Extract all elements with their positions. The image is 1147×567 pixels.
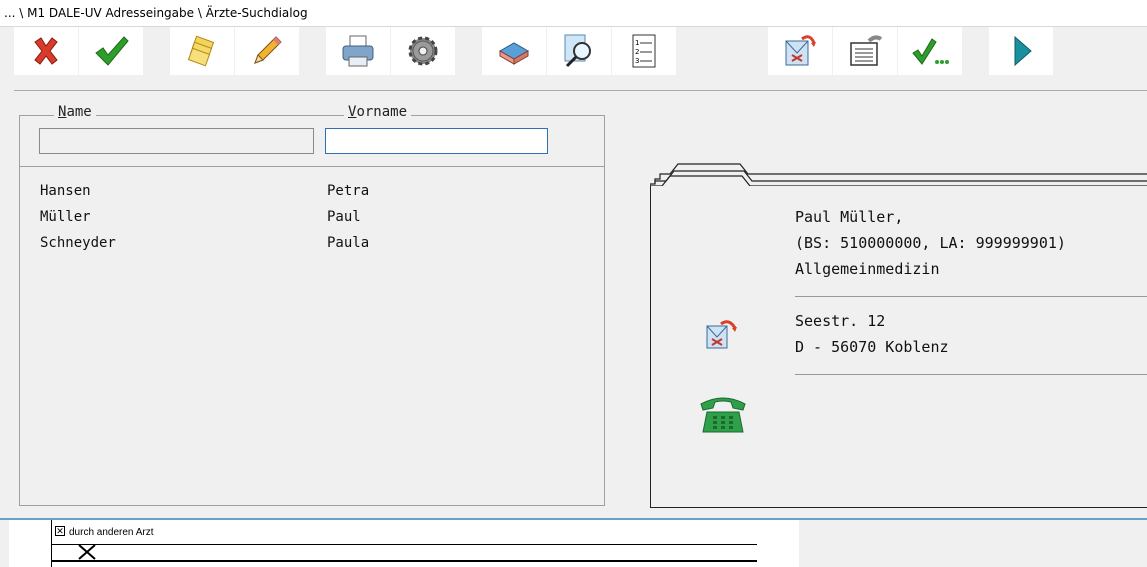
next-button[interactable] — [989, 27, 1053, 75]
edit-button[interactable] — [235, 27, 299, 75]
search-button[interactable] — [547, 27, 611, 75]
detail-divider — [795, 296, 1147, 297]
result-row-vorname[interactable]: Paul — [327, 209, 361, 225]
cards-button[interactable] — [170, 27, 234, 75]
green-check-icon — [95, 36, 129, 66]
document-preview: ✕ durch anderen Arzt — [9, 520, 799, 567]
check-ellipsis-icon — [912, 38, 949, 65]
numbered-list-icon: 1 2 3 — [632, 34, 656, 68]
window-title-bar: ... \ M1 DALE-UV Adresseingabe \ Ärzte-S… — [0, 0, 1147, 27]
print-button[interactable] — [326, 27, 390, 75]
bdt-envelope-icon — [785, 35, 816, 66]
transfer-button[interactable] — [833, 27, 897, 75]
doctor-specialty: Allgemeinmedizin — [795, 260, 940, 278]
name-input[interactable] — [40, 129, 313, 153]
result-row-name[interactable]: Hansen — [40, 183, 91, 199]
confirm-button[interactable] — [79, 27, 143, 75]
play-arrow-icon — [1014, 35, 1032, 67]
doctor-detail-card: Paul Müller, (BS: 510000000, LA: 9999999… — [650, 160, 1147, 510]
vorname-label: Vorname — [344, 104, 412, 120]
card-stack-icon — [187, 35, 215, 67]
gear-icon — [408, 36, 438, 66]
bdt-mail-button[interactable] — [768, 27, 832, 75]
name-label: Name — [54, 104, 96, 120]
window-title: ... \ M1 DALE-UV Adresseingabe \ Ärzte-S… — [4, 6, 308, 20]
magnifier-icon — [564, 34, 591, 68]
eraser-icon — [498, 42, 530, 65]
list-button[interactable]: 1 2 3 — [612, 27, 676, 75]
result-row-name[interactable]: Schneyder — [40, 235, 116, 251]
doctor-name: Paul Müller, — [795, 208, 904, 226]
toolbar: 1 2 3 — [0, 27, 1147, 77]
name-field[interactable] — [39, 128, 314, 154]
document-transfer-icon — [850, 35, 883, 66]
toolbar-separator — [14, 90, 1147, 91]
settings-button[interactable] — [391, 27, 455, 75]
cancel-button[interactable] — [14, 27, 78, 75]
vorname-input[interactable] — [326, 129, 547, 153]
cross-mark-icon — [78, 544, 96, 560]
svg-text:1: 1 — [635, 39, 639, 47]
doctor-search-group — [19, 115, 605, 506]
svg-text:3: 3 — [635, 57, 639, 65]
svg-text:2: 2 — [635, 48, 639, 56]
pencil-icon — [254, 36, 282, 64]
vorname-field[interactable] — [325, 128, 548, 154]
doctor-street: Seestr. 12 — [795, 312, 886, 330]
red-x-icon — [34, 37, 58, 65]
result-row-vorname[interactable]: Paula — [327, 235, 369, 251]
printer-icon — [342, 35, 374, 67]
eraser-button[interactable] — [482, 27, 546, 75]
bdt-envelope-icon[interactable] — [703, 318, 743, 354]
doctor-city: D - 56070 Koblenz — [795, 338, 949, 356]
check-more-button[interactable] — [898, 27, 962, 75]
result-row-vorname[interactable]: Petra — [327, 183, 369, 199]
detail-card-body: Paul Müller, (BS: 510000000, LA: 9999999… — [650, 186, 1147, 508]
phone-icon[interactable] — [697, 392, 749, 436]
detail-divider — [795, 374, 1147, 375]
checked-checkbox: ✕ — [55, 526, 65, 536]
result-row-name[interactable]: Müller — [40, 209, 91, 225]
doctor-ids: (BS: 510000000, LA: 999999901) — [795, 234, 1066, 252]
doc-text: durch anderen Arzt — [69, 527, 154, 538]
search-header-divider — [19, 166, 605, 167]
